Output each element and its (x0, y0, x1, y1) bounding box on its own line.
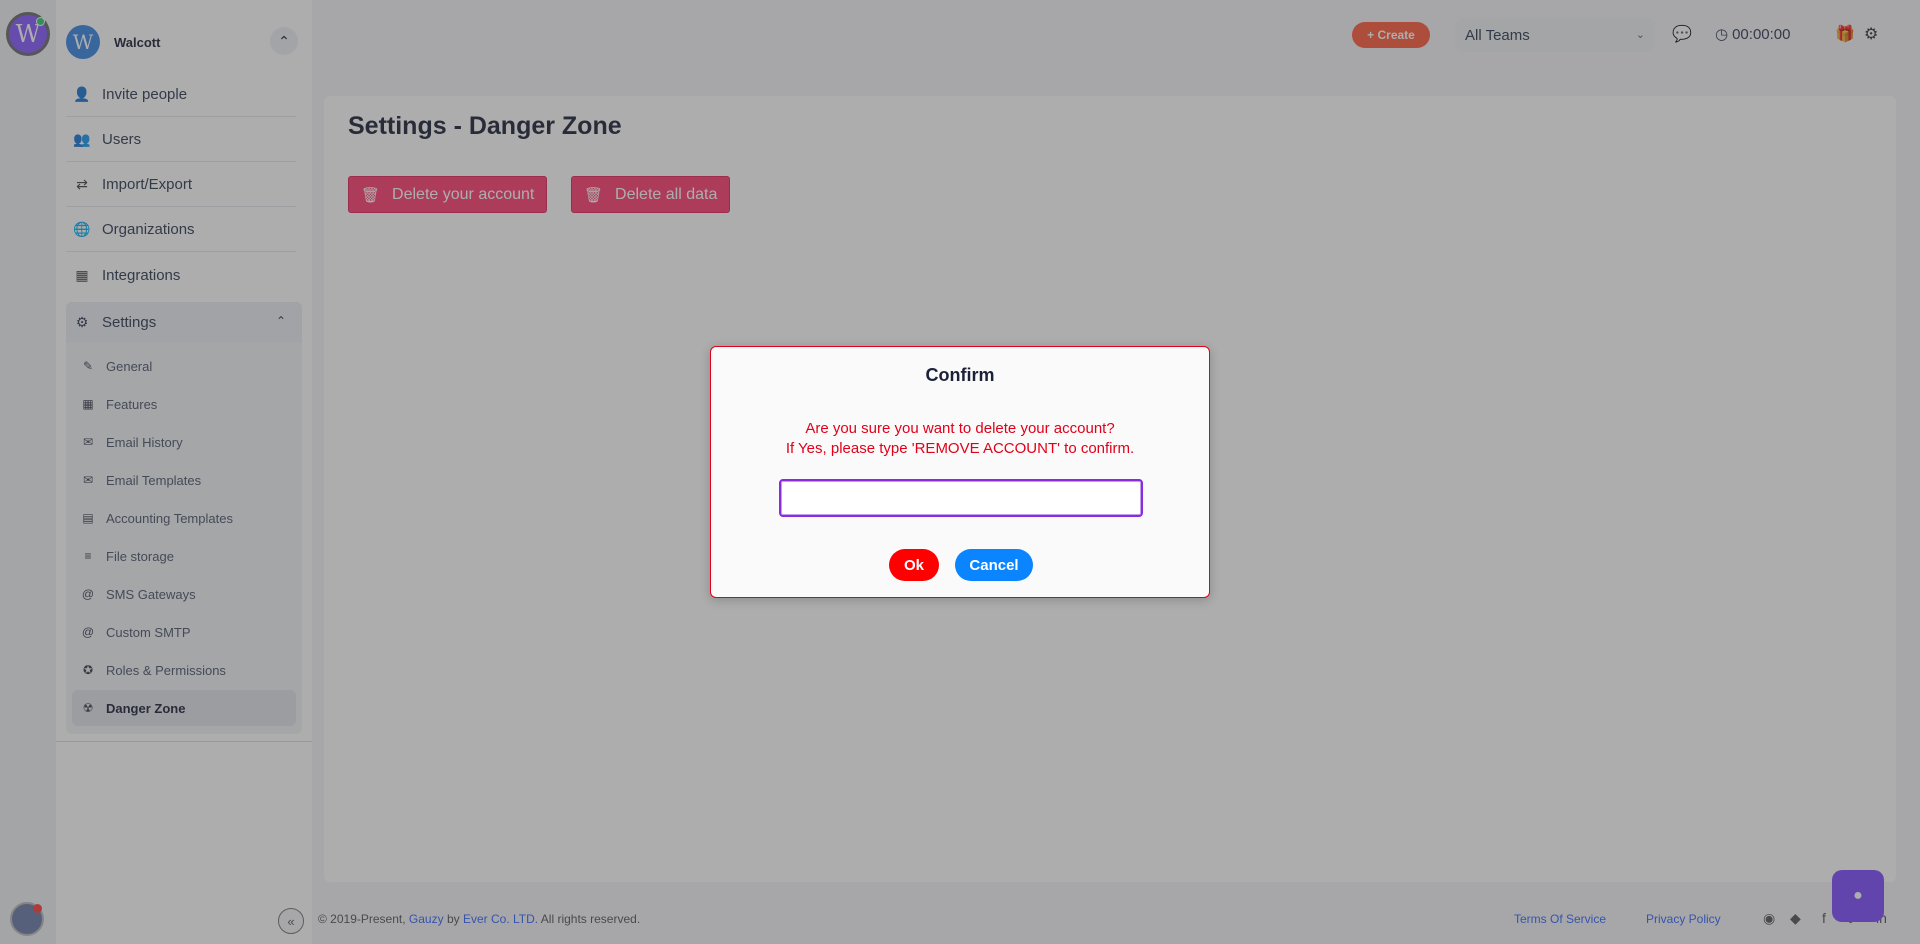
confirm-dialog: Confirm Are you sure you want to delete … (710, 346, 1210, 598)
ok-button[interactable]: Ok (889, 549, 939, 581)
dialog-message: Are you sure you want to delete your acc… (711, 419, 1209, 459)
cancel-button[interactable]: Cancel (955, 549, 1033, 581)
dialog-message-line2: If Yes, please type 'REMOVE ACCOUNT' to … (785, 440, 1135, 457)
confirm-text-input[interactable] (779, 479, 1143, 517)
dialog-title: Confirm (925, 365, 995, 385)
dialog-message-line1: Are you sure you want to delete your acc… (805, 420, 1115, 437)
